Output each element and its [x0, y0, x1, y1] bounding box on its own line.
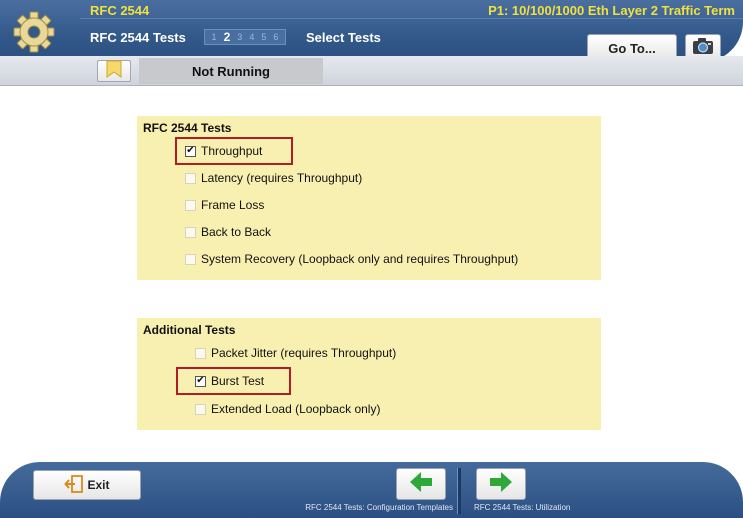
- step-6: 6: [273, 32, 279, 42]
- extended-load-checkbox[interactable]: [195, 403, 206, 415]
- arrow-right-icon: [489, 471, 513, 498]
- exit-icon: [64, 474, 87, 496]
- option-packet-jitter[interactable]: Packet Jitter (requires Throughput): [195, 346, 396, 360]
- exit-button[interactable]: Exit: [33, 470, 141, 500]
- port-title: P1: 10/100/1000 Eth Layer 2 Traffic Term: [488, 3, 735, 18]
- option-extended-load[interactable]: Extended Load (Loopback only): [195, 402, 380, 416]
- throughput-checkbox[interactable]: ✔: [185, 145, 196, 157]
- system-recovery-checkbox[interactable]: [185, 253, 196, 265]
- option-label: System Recovery (Loopback only and requi…: [201, 252, 519, 266]
- flag-button[interactable]: [97, 60, 131, 82]
- flag-icon: [105, 60, 123, 83]
- step-2-current: 2: [223, 30, 231, 44]
- packet-jitter-checkbox[interactable]: [195, 347, 206, 359]
- frame-loss-checkbox[interactable]: [185, 199, 196, 211]
- rfc-tests-title: RFC 2544 Tests: [143, 121, 232, 135]
- app-title: RFC 2544: [90, 3, 150, 18]
- back-destination-label: RFC 2544 Tests: Configuration Templates: [305, 503, 453, 512]
- option-label: Burst Test: [211, 374, 265, 388]
- option-throughput[interactable]: ✔ Throughput: [185, 144, 262, 158]
- option-frame-loss[interactable]: Frame Loss: [185, 198, 264, 212]
- step-title: Select Tests: [306, 30, 381, 45]
- burst-test-checkbox[interactable]: ✔: [195, 375, 206, 387]
- option-label: Frame Loss: [201, 198, 265, 212]
- option-label: Packet Jitter (requires Throughput): [211, 346, 397, 360]
- nav-divider: [457, 468, 461, 514]
- additional-tests-panel: Additional Tests Packet Jitter (requires…: [137, 318, 601, 430]
- gear-icon[interactable]: [12, 10, 56, 54]
- option-label: Latency (requires Throughput): [201, 171, 363, 185]
- option-label: Throughput: [201, 144, 263, 158]
- step-indicator: 1 2 3 4 5 6: [204, 29, 286, 45]
- step-5: 5: [261, 32, 267, 42]
- option-back-to-back[interactable]: Back to Back: [185, 225, 271, 239]
- rfc-tests-panel: RFC 2544 Tests ✔ Throughput Latency (req…: [137, 116, 601, 280]
- additional-tests-title: Additional Tests: [143, 323, 236, 337]
- status-bar: Not Running: [0, 56, 743, 86]
- exit-label: Exit: [87, 478, 110, 492]
- option-burst-test[interactable]: ✔ Burst Test: [195, 374, 264, 388]
- next-destination-label: RFC 2544 Tests: Utilization: [474, 503, 571, 512]
- arrow-left-icon: [409, 471, 433, 498]
- step-3: 3: [237, 32, 243, 42]
- back-to-back-checkbox[interactable]: [185, 226, 196, 238]
- step-4: 4: [249, 32, 255, 42]
- test-status: Not Running: [139, 58, 323, 84]
- header-divider: [80, 18, 743, 19]
- option-system-recovery[interactable]: System Recovery (Loopback only and requi…: [185, 252, 518, 266]
- option-label: Extended Load (Loopback only): [211, 402, 381, 416]
- back-button[interactable]: [396, 468, 446, 500]
- sub-title: RFC 2544 Tests: [90, 30, 186, 45]
- step-1: 1: [211, 32, 217, 42]
- next-button[interactable]: [476, 468, 526, 500]
- option-latency[interactable]: Latency (requires Throughput): [185, 171, 362, 185]
- latency-checkbox[interactable]: [185, 172, 196, 184]
- option-label: Back to Back: [201, 225, 272, 239]
